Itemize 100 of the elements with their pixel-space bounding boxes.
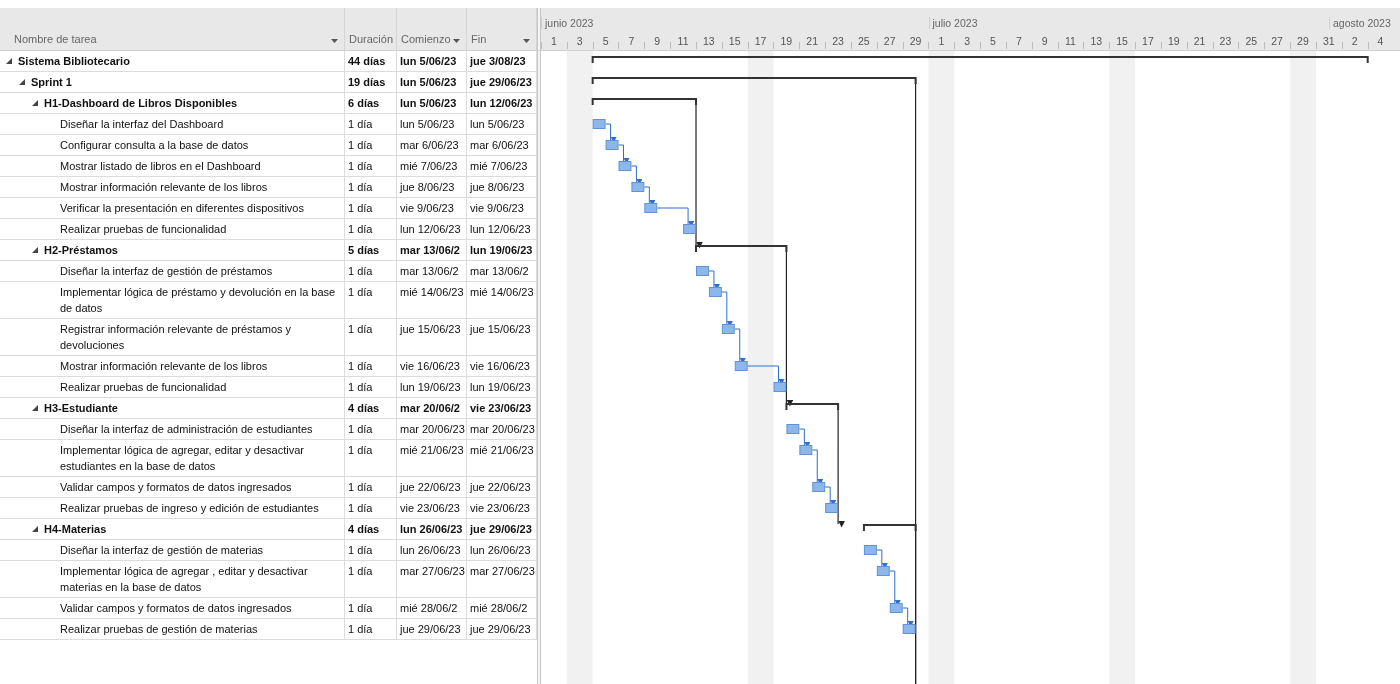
task-name: Realizar pruebas de funcionalidad [60, 380, 227, 395]
summary-bar[interactable] [785, 403, 840, 411]
task-bar[interactable] [708, 287, 722, 297]
finish-date-cell: vie 9/06/23 [470, 202, 524, 214]
start-date-cell: lun 5/06/23 [400, 97, 457, 109]
start-date-cell: mar 27/06/23 [400, 565, 465, 577]
duration-cell: 1 día [348, 444, 373, 456]
start-date-cell: lun 5/06/23 [400, 118, 455, 130]
finish-date-cell: vie 16/06/23 [470, 360, 530, 372]
task-name: Configurar consulta a la base de datos [60, 138, 249, 153]
task-name: Implementar lógica de préstamo y devolución en la base de datos [60, 285, 337, 316]
task-bar[interactable] [799, 445, 813, 455]
start-date-cell: lun 5/06/23 [400, 55, 457, 67]
finish-date-cell: lun 12/06/23 [470, 97, 533, 109]
task-bar[interactable] [592, 119, 606, 129]
collapse-icon[interactable] [6, 58, 12, 64]
task-bar[interactable] [825, 503, 839, 513]
task-name: Validar campos y formatos de datos ingresados [60, 601, 292, 616]
finish-date-cell: mié 28/06/2 [470, 602, 528, 614]
finish-date-cell: mar 27/06/23 [470, 565, 535, 577]
duration-cell: 1 día [348, 323, 373, 335]
task-name: Verificar la presentación en diferentes dispositivos [60, 201, 304, 216]
duration-cell: 1 día [348, 481, 373, 493]
collapse-icon[interactable] [32, 100, 38, 106]
task-bar[interactable] [889, 603, 903, 613]
task-bar[interactable] [863, 545, 877, 555]
start-date-cell: jue 29/06/23 [400, 623, 461, 635]
summary-bar[interactable] [591, 56, 1369, 64]
duration-cell: 1 día [348, 265, 373, 277]
task-bar[interactable] [876, 566, 890, 576]
finish-date-cell: vie 23/06/23 [470, 502, 530, 514]
start-date-cell: mié 21/06/23 [400, 444, 464, 456]
duration-cell: 1 día [348, 160, 373, 172]
task-bar[interactable] [734, 361, 748, 371]
start-date-cell: lun 12/06/23 [400, 223, 461, 235]
month-label: julio 2023 [928, 17, 978, 29]
task-name: Implementar lógica de agregar , editar y desactivar materias en la base de datos [60, 564, 309, 595]
summary-bar[interactable] [591, 98, 697, 106]
finish-date-cell: vie 23/06/23 [470, 402, 532, 414]
task-bar[interactable] [631, 182, 645, 192]
task-bar[interactable] [902, 624, 916, 634]
collapse-icon[interactable] [32, 405, 38, 411]
task-bar[interactable] [773, 382, 787, 392]
summary-bar[interactable] [695, 245, 788, 253]
finish-date-cell: jue 22/06/23 [470, 481, 531, 493]
month-label: junio 2023 [541, 17, 594, 29]
finish-date-cell: lun 26/06/23 [470, 544, 531, 556]
start-date-cell: lun 26/06/23 [400, 544, 461, 556]
start-date-cell: mar 13/06/2 [400, 244, 460, 256]
duration-cell: 44 días [348, 55, 386, 67]
column-header[interactable]: Comienzo [397, 8, 467, 50]
duration-cell: 1 día [348, 181, 373, 193]
task-name: Mostrar listado de libros en el Dashboard [60, 159, 261, 174]
start-date-cell: vie 9/06/23 [400, 202, 454, 214]
summary-bar[interactable] [862, 524, 917, 532]
finish-date-cell: mié 7/06/23 [470, 160, 528, 172]
dropdown-icon[interactable] [331, 39, 338, 43]
duration-cell: 1 día [348, 423, 373, 435]
duration-cell: 19 días [348, 76, 386, 88]
finish-date-cell: mié 21/06/23 [470, 444, 534, 456]
dependency-arrow [618, 144, 630, 164]
finish-date-cell: jue 29/06/23 [470, 523, 532, 535]
finish-date-cell: lun 19/06/23 [470, 244, 533, 256]
duration-cell: 6 días [348, 97, 380, 109]
task-bar[interactable] [644, 203, 658, 213]
summary-bar[interactable] [591, 77, 917, 85]
task-name: H3-Estudiante [44, 401, 118, 416]
finish-date-cell: mié 14/06/23 [470, 286, 534, 298]
start-date-cell: mar 6/06/23 [400, 139, 459, 151]
finish-date-cell: jue 15/06/23 [470, 323, 531, 335]
task-bar[interactable] [786, 424, 800, 434]
start-date-cell: lun 5/06/23 [400, 76, 457, 88]
start-date-cell: mar 20/06/23 [400, 423, 465, 435]
collapse-icon[interactable] [32, 247, 38, 253]
task-bar[interactable] [618, 161, 632, 171]
finish-date-cell: mar 13/06/2 [470, 265, 529, 277]
dependency-arrow [605, 123, 617, 143]
dropdown-icon[interactable] [453, 39, 460, 43]
dependency-arrow [630, 165, 643, 185]
duration-cell: 1 día [348, 502, 373, 514]
column-header[interactable]: Nombre de tarea [0, 8, 345, 50]
task-name: H4-Materias [44, 522, 107, 537]
task-bar[interactable] [812, 482, 826, 492]
task-bar[interactable] [721, 324, 735, 334]
task-name: H1-Dashboard de Libros Disponibles [44, 96, 238, 111]
column-header[interactable]: Duración [345, 8, 397, 50]
collapse-icon[interactable] [19, 79, 25, 85]
start-date-cell: jue 15/06/23 [400, 323, 461, 335]
dropdown-icon[interactable] [523, 39, 530, 43]
task-name: Diseñar la interfaz del Dashboard [60, 117, 224, 132]
task-bar[interactable] [605, 140, 619, 150]
collapse-icon[interactable] [32, 526, 38, 532]
duration-cell: 1 día [348, 602, 373, 614]
task-name: Mostrar información relevante de los libros [60, 180, 268, 195]
task-name: Registrar información relevante de préstamos y devoluciones [60, 322, 293, 353]
finish-date-cell: lun 12/06/23 [470, 223, 531, 235]
finish-date-cell: mar 20/06/23 [470, 423, 535, 435]
task-name: H2-Préstamos [44, 243, 118, 258]
duration-cell: 4 días [348, 402, 380, 414]
finish-date-cell: lun 5/06/23 [470, 118, 525, 130]
